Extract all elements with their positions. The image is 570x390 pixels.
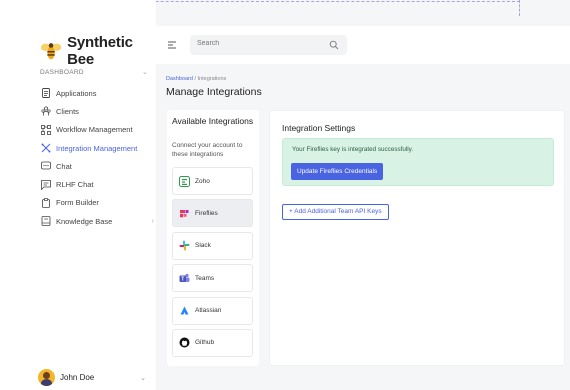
fireflies-icon <box>179 208 190 219</box>
sidebar: Synthetic Bee DASHBOARD ⌄ Applications C… <box>0 0 156 390</box>
user-menu[interactable]: John Doe ⌄ <box>38 369 146 386</box>
integration-item-fireflies[interactable]: Fireflies <box>172 199 253 228</box>
available-integrations-panel: Available Integrations Connect your acco… <box>167 110 259 366</box>
sidebar-item-label: Knowledge Base <box>56 216 113 226</box>
chevron-right-icon: › <box>151 217 154 225</box>
breadcrumb: Dashboard / Integrations <box>166 76 226 82</box>
integration-item-github[interactable]: Github <box>172 328 253 357</box>
bee-logo-icon <box>40 43 62 60</box>
integration-item-slack[interactable]: Slack <box>172 231 253 260</box>
integration-item-teams[interactable]: T Teams <box>172 264 253 293</box>
integration-icon <box>40 143 51 154</box>
zoho-icon <box>179 175 190 187</box>
integration-label: Slack <box>195 242 211 250</box>
atlassian-icon <box>179 305 190 316</box>
panel-subtitle: Connect your account to these integratio… <box>172 142 243 158</box>
search-box <box>190 35 347 55</box>
sidebar-item-integration[interactable]: Integration Management <box>40 139 154 157</box>
user-name: John Doe <box>60 373 95 382</box>
integration-label: Fireflies <box>195 209 218 217</box>
sidebar-nav: Applications Clients Workflow Management… <box>40 84 154 230</box>
integration-settings-panel: Integration Settings Your Fireflies key … <box>269 110 565 366</box>
breadcrumb-link-dashboard[interactable]: Dashboard <box>166 76 193 82</box>
integration-label: Zoho <box>195 177 210 185</box>
chevron-down-icon: ⌄ <box>140 374 146 382</box>
integration-item-atlassian[interactable]: Atlassian <box>172 296 253 325</box>
decorative-dashed-line <box>519 0 520 16</box>
sidebar-item-chat[interactable]: Chat <box>40 157 154 175</box>
users-icon <box>40 106 51 117</box>
topbar <box>156 26 570 64</box>
document-icon <box>40 88 51 99</box>
page-title: Manage Integrations <box>166 86 262 98</box>
sidebar-item-clients[interactable]: Clients <box>40 102 154 120</box>
section-label: DASHBOARD <box>40 69 84 76</box>
chat-icon <box>40 161 51 172</box>
panel-title: Available Integrations <box>172 116 254 126</box>
integration-label: Github <box>195 339 215 347</box>
slack-icon <box>179 240 190 251</box>
settings-title: Integration Settings <box>282 123 356 133</box>
svg-text:T: T <box>181 276 184 282</box>
integration-item-zoho[interactable]: Zoho <box>172 167 253 195</box>
sidebar-item-form-builder[interactable]: Form Builder <box>40 194 154 212</box>
sidebar-item-applications[interactable]: Applications <box>40 84 154 102</box>
chevron-down-icon[interactable]: ⌄ <box>142 68 148 76</box>
github-icon <box>179 337 190 348</box>
integration-list: Zoho Fireflies Slack T Teams Atlassian G… <box>172 167 253 361</box>
search-icon[interactable] <box>329 40 339 50</box>
sidebar-item-knowledge-base[interactable]: Knowledge Base › <box>40 212 154 230</box>
sidebar-item-rlhf-chat[interactable]: RLHF Chat <box>40 175 154 193</box>
sidebar-item-label: Clients <box>56 106 79 116</box>
sidebar-item-label: Integration Management <box>56 143 138 153</box>
book-icon <box>40 216 51 227</box>
teams-icon: T <box>179 273 190 284</box>
avatar <box>38 369 55 386</box>
sidebar-item-label: Form Builder <box>56 198 99 208</box>
alert-message: Your Fireflies key is integrated success… <box>292 146 414 153</box>
menu-icon[interactable] <box>168 41 176 49</box>
sidebar-item-label: RLHF Chat <box>56 180 94 190</box>
breadcrumb-separator: / <box>194 76 196 82</box>
sidebar-item-label: Chat <box>56 161 72 171</box>
integration-label: Atlassian <box>195 307 222 315</box>
integration-label: Teams <box>195 274 215 282</box>
update-credentials-button[interactable]: Update Fireflies Credentials <box>291 163 384 180</box>
sidebar-item-workflow[interactable]: Workflow Management <box>40 121 154 139</box>
workflow-icon <box>40 124 51 135</box>
clipboard-icon <box>40 197 51 208</box>
message-icon <box>40 179 51 190</box>
sidebar-item-label: Workflow Management <box>56 125 133 135</box>
add-team-api-keys-button[interactable]: + Add Additional Team API Keys <box>282 204 389 220</box>
app-name: Synthetic Bee <box>67 34 133 68</box>
breadcrumb-current: Integrations <box>197 76 227 82</box>
success-alert: Your Fireflies key is integrated success… <box>282 138 554 186</box>
search-input[interactable] <box>197 40 327 47</box>
app-logo[interactable]: Synthetic Bee <box>40 34 156 68</box>
sidebar-item-label: Applications <box>56 88 97 98</box>
